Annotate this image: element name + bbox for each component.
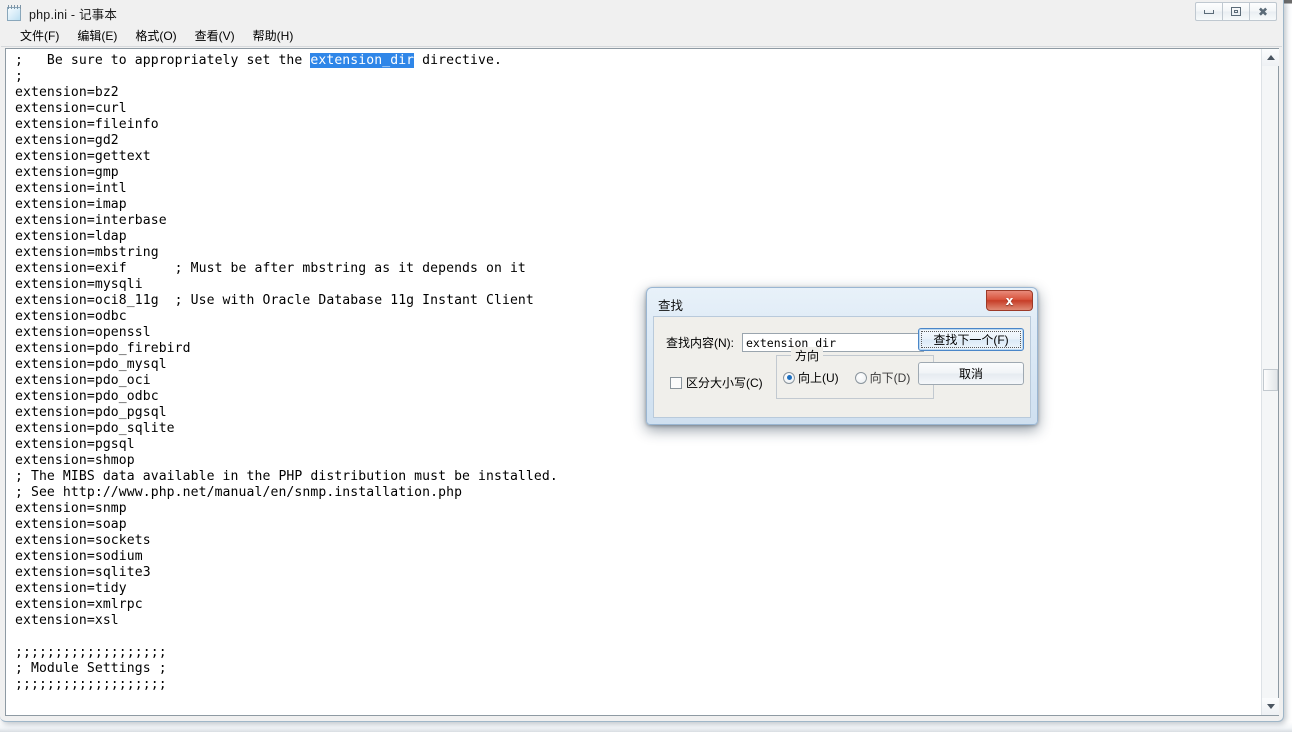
- direction-up-label: 向上(U): [798, 371, 839, 385]
- match-case-label: 区分大小写(C): [686, 376, 763, 390]
- chevron-up-icon: [1266, 55, 1275, 60]
- scroll-down-button[interactable]: [1262, 698, 1279, 715]
- match-case-row[interactable]: 区分大小写(C): [670, 374, 763, 391]
- window-title: php.ini - 记事本: [29, 7, 118, 22]
- scrollbar-thumb[interactable]: [1263, 369, 1278, 391]
- find-next-label: 查找下一个(F): [933, 333, 1009, 347]
- direction-option-up[interactable]: 向上(U): [783, 369, 839, 386]
- editor-body: ; extension=bz2 extension=curl extension…: [15, 69, 558, 692]
- find-dialog: 查找 x 查找内容(N): extension_dir 区分大小写(C) 方向 …: [646, 287, 1038, 425]
- menubar: 文件(F) 编辑(E) 格式(O) 查看(V) 帮助(H): [1, 26, 1282, 47]
- menu-item-view[interactable]: 查看(V): [186, 25, 244, 47]
- restore-icon: [1231, 7, 1241, 16]
- find-dialog-titlebar[interactable]: 查找 x: [650, 290, 1034, 317]
- editor-line-prefix: ; Be sure to appropriately set the: [15, 53, 311, 68]
- scroll-up-button[interactable]: [1262, 49, 1279, 66]
- direction-down-label: 向下(D): [869, 371, 911, 385]
- close-icon: ✖: [1257, 4, 1269, 19]
- notepad-icon: [6, 5, 23, 22]
- direction-option-down[interactable]: 向下(D): [854, 369, 911, 386]
- vertical-scrollbar[interactable]: [1261, 49, 1279, 715]
- direction-groupbox: 方向 向上(U) 向下(D): [776, 347, 934, 399]
- close-icon: x: [1005, 293, 1014, 308]
- cancel-label: 取消: [958, 367, 983, 381]
- desktop-bottom-edge: [0, 722, 1292, 732]
- window-titlebar[interactable]: php.ini - 记事本 ✖: [0, 0, 1283, 26]
- notepad-window: php.ini - 记事本 ✖ 文件(F) 编辑(E) 格式(O) 查看(V) …: [0, 0, 1284, 722]
- menu-item-edit[interactable]: 编辑(E): [68, 25, 126, 47]
- find-dialog-title: 查找: [658, 298, 684, 313]
- find-dialog-body: 查找内容(N): extension_dir 区分大小写(C) 方向 向上(U)…: [653, 316, 1031, 418]
- find-dialog-close-button[interactable]: x: [986, 290, 1033, 311]
- find-what-input[interactable]: extension_dir: [742, 333, 924, 352]
- menu-item-help[interactable]: 帮助(H): [244, 25, 303, 47]
- find-next-button[interactable]: 查找下一个(F): [918, 328, 1024, 351]
- direction-group-label: 方向: [791, 347, 824, 364]
- direction-radio-group: 向上(U) 向下(D): [783, 369, 910, 386]
- menu-item-file[interactable]: 文件(F): [11, 25, 68, 47]
- window-controls: ✖: [1195, 2, 1277, 21]
- cancel-button[interactable]: 取消: [918, 362, 1024, 385]
- radio-down-icon[interactable]: [854, 371, 867, 384]
- match-case-checkbox[interactable]: [670, 376, 682, 389]
- menu-item-format[interactable]: 格式(O): [126, 25, 185, 47]
- find-what-label: 查找内容(N):: [666, 336, 734, 350]
- close-button[interactable]: ✖: [1249, 2, 1277, 21]
- minimize-button[interactable]: [1195, 2, 1223, 21]
- editor-selection[interactable]: extension_dir: [310, 53, 415, 68]
- radio-up-icon[interactable]: [783, 371, 795, 384]
- restore-button[interactable]: [1222, 2, 1250, 21]
- screen: php.ini - 记事本 ✖ 文件(F) 编辑(E) 格式(O) 查看(V) …: [0, 0, 1292, 732]
- editor-line-suffix: directive.: [414, 53, 502, 68]
- text-editor[interactable]: ; Be sure to appropriately set the exten…: [6, 49, 1261, 715]
- editor-area: ; Be sure to appropriately set the exten…: [5, 48, 1279, 716]
- minimize-icon: [1204, 9, 1214, 14]
- chevron-down-icon: [1266, 704, 1275, 709]
